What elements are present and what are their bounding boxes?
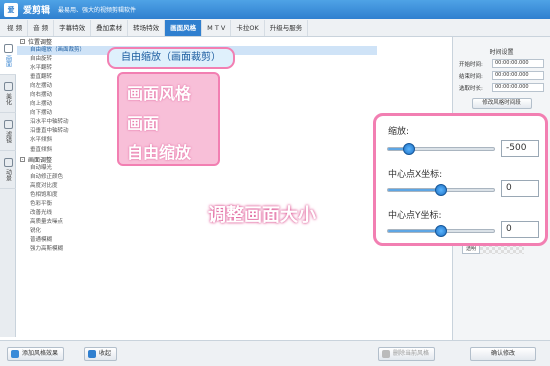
end-time-row: 结束时间: 00:00:00.000	[459, 71, 544, 80]
category-sidebar: 画面 美化 滤镜 动景	[0, 37, 16, 337]
resize-annotation: 调整画面大小	[208, 205, 316, 226]
group-label: 画面调整	[28, 156, 53, 164]
selected-style-callout: 自由缩放（画面裁剪）	[107, 47, 235, 69]
start-time-row: 开始时间: 00:00:00.000	[459, 59, 544, 68]
center-y-slider[interactable]	[387, 225, 495, 237]
duration-field[interactable]: 00:00:00.000	[492, 83, 544, 92]
list-item[interactable]: 锐化	[17, 227, 377, 236]
time-settings-title: 时间设置	[489, 49, 514, 56]
sidebar-item-label: 美化	[4, 93, 12, 105]
center-x-slider[interactable]	[387, 184, 495, 196]
list-item[interactable]: 色彩平衡	[17, 200, 377, 209]
sidebar-item-label: 画面	[4, 55, 12, 67]
filter-icon	[3, 120, 13, 129]
zoom-input[interactable]: -500	[501, 140, 539, 157]
app-name: 爱剪辑	[23, 6, 51, 16]
collapse-icon[interactable]: -	[20, 39, 25, 44]
annotation-line3: 自由缩放	[127, 143, 192, 162]
bottom-toolbar: 添加风格效果 收起 删除当前风格	[0, 340, 550, 366]
main-tab-bar: 视 频 音 频 字幕特效 叠加素材 转场特效 画面风格 M T V 卡拉OK 升…	[0, 19, 550, 37]
add-icon	[11, 350, 19, 358]
tab-upgrade-service[interactable]: 升级与服务	[265, 20, 309, 36]
group-header-position[interactable]: - 位置调整	[17, 37, 377, 46]
center-y-label: 中心点Y坐标:	[388, 211, 442, 221]
sidebar-item-motion[interactable]: 动景	[0, 151, 16, 189]
tab-video[interactable]: 视 频	[2, 20, 29, 36]
tab-overlay-material[interactable]: 叠加素材	[91, 20, 129, 36]
duration-label: 选取时长:	[459, 85, 483, 92]
motion-icon	[3, 158, 13, 167]
center-x-label: 中心点X坐标:	[388, 170, 443, 180]
trash-icon	[382, 350, 390, 358]
title-bar: 爱 爱剪辑 最易用、强大的视频剪辑软件	[0, 0, 550, 19]
annotation-line2: 画面	[127, 114, 160, 133]
collapse-button[interactable]: 收起	[84, 347, 118, 361]
collapse-label: 收起	[99, 350, 112, 357]
zoom-slider[interactable]	[387, 143, 495, 155]
list-item[interactable]: 色相饱和度	[17, 191, 377, 200]
collapse-arrow-icon	[88, 350, 96, 358]
sidebar-item-label: 滤镜	[4, 131, 12, 143]
tab-mtv[interactable]: M T V	[202, 20, 232, 36]
tab-subtitle-effects[interactable]: 字幕特效	[54, 20, 92, 36]
resize-adjust-panel: 缩放: -500 中心点X坐标: 0 中心点Y坐标: 0	[373, 113, 548, 246]
wand-icon	[3, 82, 13, 91]
collapse-icon[interactable]: -	[20, 156, 25, 162]
add-style-button[interactable]: 添加风格效果	[7, 347, 65, 361]
sidebar-item-beautify[interactable]: 美化	[0, 75, 16, 113]
center-y-input[interactable]: 0	[501, 221, 539, 238]
zoom-slider-thumb[interactable]	[403, 143, 416, 155]
group-label: 位置调整	[28, 39, 53, 46]
delete-style-label: 删除当前风格	[393, 350, 430, 357]
list-item[interactable]: 自动修正颜色	[17, 173, 377, 182]
list-item[interactable]: 普通模糊	[17, 236, 377, 245]
list-item[interactable]: 高质量去噪点	[17, 218, 377, 227]
end-time-label: 结束时间:	[459, 73, 483, 80]
add-style-label: 添加风格效果	[22, 350, 59, 357]
start-time-label: 开始时间:	[459, 61, 483, 68]
center-x-input[interactable]: 0	[501, 180, 539, 197]
tab-audio[interactable]: 音 频	[28, 20, 55, 36]
app-logo: 爱	[4, 2, 18, 17]
end-time-field[interactable]: 00:00:00.000	[492, 71, 544, 80]
sidebar-item-picture[interactable]: 画面	[0, 37, 16, 75]
app-slogan: 最易用、强大的视频剪辑软件	[58, 7, 137, 14]
center-x-slider-thumb[interactable]	[435, 184, 447, 196]
duration-row: 选取时长: 00:00:00.000	[459, 83, 544, 92]
delete-style-button[interactable]: 删除当前风格	[378, 347, 436, 361]
zoom-label: 缩放:	[388, 127, 410, 137]
tab-karaoke[interactable]: 卡拉OK	[231, 20, 265, 36]
list-item[interactable]: 高度对比度	[17, 182, 377, 191]
annotation-line1: 画面风格	[127, 84, 192, 103]
sidebar-item-label: 动景	[4, 169, 12, 181]
tab-picture-style[interactable]: 画面风格	[165, 20, 203, 36]
modify-time-range-button[interactable]: 修改风格时间段	[471, 98, 532, 109]
center-y-slider-thumb[interactable]	[435, 225, 447, 237]
center-x-slider-fill	[388, 189, 441, 191]
image-icon	[3, 44, 13, 53]
confirm-modify-button[interactable]: 确认修改	[470, 347, 536, 361]
tab-transition-effects[interactable]: 转场特效	[128, 20, 166, 36]
list-item[interactable]: 改善光线	[17, 209, 377, 218]
sidebar-item-filter[interactable]: 滤镜	[0, 113, 16, 151]
start-time-field[interactable]: 00:00:00.000	[492, 59, 544, 68]
list-item[interactable]: 强力高斯模糊	[17, 245, 377, 254]
center-y-slider-fill	[388, 230, 441, 232]
